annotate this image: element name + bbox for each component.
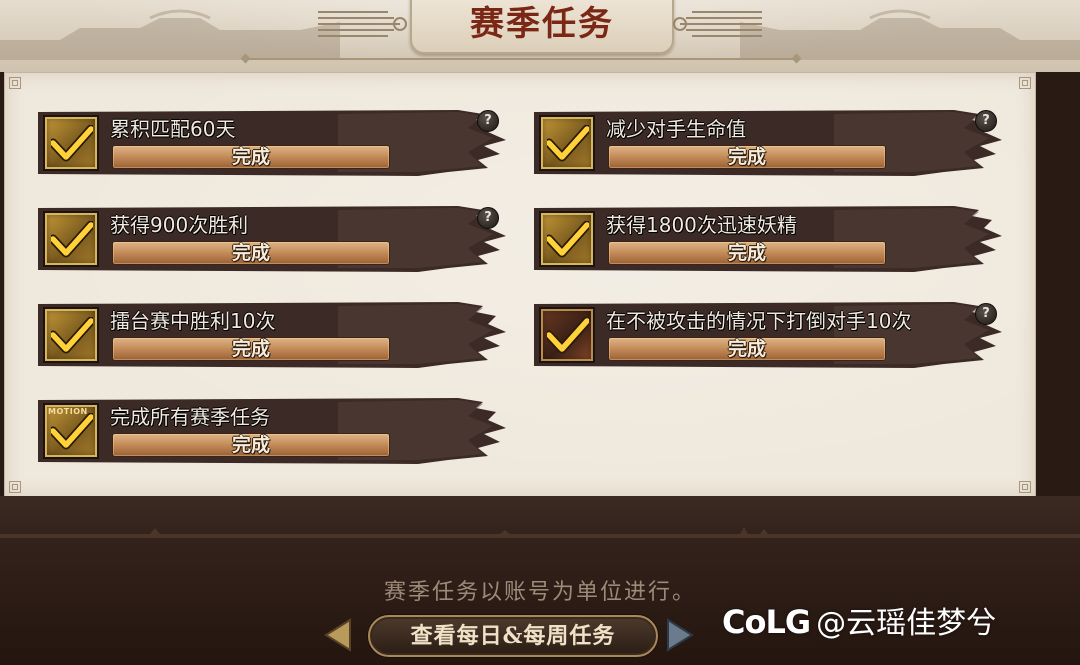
task-status-label: 完成	[231, 146, 270, 168]
corner-ornament	[1019, 77, 1031, 89]
task-item: 获得900次胜利 完成 ?	[38, 204, 508, 274]
silhouette-horizon	[0, 527, 1080, 538]
footer: 赛季任务以账号为单位进行。 查看每日&每周任务 CoLG @云瑶佳梦兮	[0, 496, 1080, 665]
watermark-handle: @云瑶佳梦兮	[816, 606, 997, 641]
task-progress-bar: 完成	[112, 241, 390, 265]
task-status-label: 完成	[231, 434, 270, 456]
task-item: 减少对手生命值 完成 ?	[534, 108, 1004, 178]
help-icon[interactable]: ?	[477, 110, 499, 132]
task-name: 获得900次胜利	[110, 213, 249, 237]
knot-ornament	[673, 11, 762, 37]
task-progress-bar: 完成	[112, 145, 390, 169]
corner-ornament	[9, 77, 21, 89]
task-name: 擂台赛中胜利10次	[110, 309, 276, 333]
task-name: 获得1800次迅速妖精	[606, 213, 797, 237]
task-progress-bar: 完成	[608, 145, 886, 169]
task-icon	[539, 211, 595, 267]
page-title: 赛季任务	[470, 4, 614, 44]
task-icon	[539, 307, 595, 363]
view-daily-weekly-tasks-button[interactable]: 查看每日&每周任务	[368, 615, 658, 657]
task-name: 减少对手生命值	[606, 117, 746, 141]
task-status-label: 完成	[727, 338, 766, 360]
header-divider	[245, 58, 797, 60]
task-icon	[43, 307, 99, 363]
next-arrow-button[interactable]	[666, 618, 694, 652]
check-icon	[51, 221, 93, 258]
task-progress-bar: 完成	[112, 337, 390, 361]
prev-arrow-button[interactable]	[324, 618, 352, 652]
check-icon	[51, 413, 93, 450]
task-status-label: 完成	[727, 146, 766, 168]
task-progress-bar: 完成	[608, 241, 886, 265]
task-item: 擂台赛中胜利10次 完成	[38, 300, 508, 370]
task-status-label: 完成	[727, 242, 766, 264]
help-icon[interactable]: ?	[975, 110, 997, 132]
help-icon[interactable]: ?	[477, 207, 499, 229]
task-name: 完成所有赛季任务	[110, 405, 270, 429]
check-icon	[547, 221, 589, 258]
task-item: 在不被攻击的情况下打倒对手10次 完成 ?	[534, 300, 1004, 370]
task-name: 累积匹配60天	[110, 117, 236, 141]
knot-ornament	[318, 11, 407, 37]
title-plaque: 赛季任务	[410, 0, 674, 54]
task-item: 获得1800次迅速妖精 完成	[534, 204, 1004, 274]
task-item: MOTION 完成所有赛季任务 完成	[38, 396, 508, 466]
task-icon	[43, 211, 99, 267]
task-progress-bar: 完成	[608, 337, 886, 361]
corner-ornament	[1019, 481, 1031, 493]
temple-roof-decoration	[0, 9, 340, 60]
help-icon[interactable]: ?	[975, 303, 997, 325]
task-progress-bar: 完成	[112, 433, 390, 457]
task-name: 在不被攻击的情况下打倒对手10次	[606, 309, 912, 333]
task-icon: MOTION	[43, 403, 99, 459]
header: 赛季任务	[0, 0, 1080, 72]
task-status-label: 完成	[231, 338, 270, 360]
check-icon	[51, 125, 93, 162]
corner-ornament	[9, 481, 21, 493]
check-icon	[547, 317, 589, 354]
task-icon	[43, 115, 99, 171]
task-icon	[539, 115, 595, 171]
temple-roof-decoration	[740, 9, 1080, 60]
task-item: 累积匹配60天 完成 ?	[38, 108, 508, 178]
check-icon	[547, 125, 589, 162]
check-icon	[51, 317, 93, 354]
task-status-label: 完成	[231, 242, 270, 264]
colg-logo: CoLG	[722, 603, 811, 641]
watermark: CoLG @云瑶佳梦兮	[722, 598, 997, 641]
